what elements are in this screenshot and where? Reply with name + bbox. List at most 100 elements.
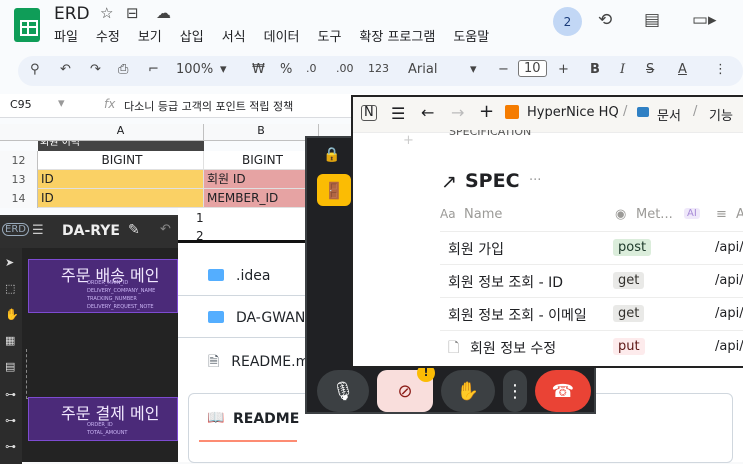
row-header[interactable]: 12 — [0, 151, 38, 170]
zoom-select[interactable]: 100% — [176, 62, 213, 77]
undo-icon[interactable]: ↶ — [60, 62, 71, 77]
breadcrumb-docs[interactable]: 문서 — [657, 105, 681, 124]
column-b-header[interactable]: B — [204, 124, 319, 141]
doc-title[interactable]: ERD — [54, 4, 90, 24]
column-name-header[interactable]: Name — [464, 207, 502, 222]
avatar[interactable]: 2 — [553, 7, 582, 36]
back-icon[interactable]: ← — [421, 103, 434, 122]
bold-icon[interactable]: B — [590, 62, 600, 77]
row-header[interactable]: 14 — [0, 189, 38, 208]
table-row[interactable]: 회원 정보 조회 - ID get /api/ — [440, 264, 743, 297]
menu-data[interactable]: 데이터 — [264, 26, 300, 45]
list-item[interactable]: 🗎 README.md — [208, 351, 318, 375]
relation-icon[interactable]: ⊶ — [5, 388, 16, 401]
mic-button[interactable]: 🎙 — [317, 370, 369, 412]
row-name[interactable]: 회원 정보 조회 - ID — [448, 272, 563, 292]
menu-insert[interactable]: 삽입 — [180, 26, 204, 45]
cell-reference[interactable]: C95 — [10, 98, 32, 111]
breadcrumb-feature[interactable]: 기능 — [709, 105, 733, 124]
api-path[interactable]: /api/ — [715, 240, 743, 255]
method-tag[interactable]: post — [613, 239, 652, 256]
move-folder-icon[interactable]: ⊟ — [126, 4, 139, 22]
cloud-status-icon[interactable]: ☁ — [156, 4, 171, 22]
list-item[interactable]: DA-GWAN — [208, 310, 305, 326]
row-name[interactable]: 회원 정보 조회 - 이메일 — [448, 305, 587, 325]
note-icon[interactable]: ▤ — [5, 360, 15, 373]
api-path[interactable]: /api/ — [715, 306, 743, 321]
menu-edit[interactable]: 수정 — [96, 26, 120, 45]
add-icon[interactable]: + — [479, 101, 494, 122]
font-size-input[interactable]: 10 — [518, 60, 547, 77]
cell[interactable]: ID — [38, 189, 204, 208]
erd-table-shipping[interactable]: 주문 배송 메인 ORDER_MAIN_ID DELIVERY_COMPANY_… — [28, 259, 178, 313]
more-horizontal-icon[interactable]: ··· — [529, 173, 541, 188]
column-api-header[interactable]: A — [736, 207, 743, 222]
font-select[interactable]: Arial — [408, 62, 437, 77]
font-size-decrease-icon[interactable]: − — [498, 62, 509, 77]
select-area-icon[interactable]: ⬚ — [5, 282, 15, 295]
column-method-header[interactable]: Met... — [636, 207, 673, 222]
formula-input[interactable]: 다소니 등급 고객의 포인트 적립 정책 — [124, 98, 293, 114]
cell-partial[interactable]: 회원 이력 — [38, 141, 204, 151]
number-format-button[interactable]: 123 — [368, 62, 389, 75]
method-tag[interactable]: put — [613, 338, 645, 355]
row-name[interactable]: 회원 정보 수정 — [470, 338, 556, 358]
file-name[interactable]: DA-GWAN — [236, 310, 305, 326]
method-tag[interactable]: get — [613, 272, 645, 289]
print-icon[interactable]: ⎙ — [118, 62, 128, 77]
erd-name[interactable]: DA-RYE — [62, 223, 120, 239]
page-title[interactable]: SPEC — [465, 170, 520, 192]
history-icon[interactable]: ⟲ — [598, 10, 612, 30]
table-row[interactable]: 회원 정보 조회 - 이메일 get /api/ — [440, 297, 743, 330]
paint-format-icon[interactable]: ⌐ — [148, 62, 159, 77]
cell[interactable]: 회원 ID — [204, 170, 319, 189]
method-tag[interactable]: get — [613, 305, 645, 322]
percent-button[interactable]: % — [280, 62, 292, 77]
more-options-button[interactable]: ⋮ — [503, 370, 527, 412]
menu-help[interactable]: 도움말 — [453, 26, 489, 45]
undo-icon[interactable]: ↶ — [160, 222, 171, 237]
exit-door-icon[interactable]: 🚪 — [317, 174, 351, 206]
ai-badge[interactable]: AI — [684, 208, 700, 219]
menu-format[interactable]: 서식 — [222, 26, 246, 45]
search-icon[interactable]: ⚲ — [30, 62, 40, 77]
menu-view[interactable]: 보기 — [138, 26, 162, 45]
cell[interactable]: ID — [38, 170, 204, 189]
star-icon[interactable]: ☆ — [100, 4, 113, 22]
cell[interactable]: BIGINT — [38, 151, 204, 170]
breadcrumb-workspace[interactable]: HyperNice HQ — [527, 105, 619, 120]
comment-icon[interactable]: ▤ — [644, 10, 660, 30]
forward-icon[interactable]: → — [451, 103, 464, 122]
menu-tools[interactable]: 도구 — [318, 26, 342, 45]
table-row[interactable]: 🗋 회원 정보 수정 put /api/ — [440, 330, 743, 363]
menu-file[interactable]: 파일 — [54, 26, 78, 45]
row-name[interactable]: 회원 가입 — [448, 239, 504, 259]
erd-table-payment[interactable]: 주문 결제 메인 ORDER_ID TOTAL_AMOUNT — [28, 397, 178, 441]
font-size-increase-icon[interactable]: + — [558, 62, 569, 77]
add-icon[interactable]: + — [403, 133, 414, 148]
text-color-icon[interactable]: A — [678, 62, 687, 77]
video-call-icon[interactable]: ▭▸ — [692, 10, 717, 30]
table-row[interactable]: 회원 가입 post /api/ — [440, 231, 743, 264]
strikethrough-icon[interactable]: S — [646, 62, 654, 77]
edit-icon[interactable]: ✎ — [128, 222, 140, 238]
currency-button[interactable]: ₩ — [252, 62, 265, 77]
relation-icon[interactable]: ⊶ — [5, 440, 16, 453]
hang-up-button[interactable]: ☎ — [535, 370, 591, 412]
menu-extensions[interactable]: 확장 프로그램 — [359, 26, 435, 45]
column-a-header[interactable]: A — [38, 124, 204, 141]
row-header[interactable]: 13 — [0, 170, 38, 189]
menu-icon[interactable]: ☰ — [391, 104, 405, 123]
decrease-decimal-button[interactable]: .0 — [306, 62, 317, 75]
cell[interactable]: BIGINT — [204, 151, 319, 170]
file-name[interactable]: .idea — [236, 268, 270, 284]
hand-icon[interactable]: ✋ — [5, 308, 19, 321]
italic-icon[interactable]: I — [620, 62, 625, 77]
more-icon[interactable]: ⋮ — [714, 62, 727, 77]
raise-hand-button[interactable]: ✋ — [441, 370, 495, 412]
cell[interactable]: MEMBER_ID — [204, 189, 319, 208]
pointer-icon[interactable]: ➤ — [5, 256, 14, 269]
table-icon[interactable]: ▦ — [5, 334, 15, 347]
readme-tab[interactable]: README — [233, 411, 299, 427]
redo-icon[interactable]: ↷ — [90, 62, 101, 77]
